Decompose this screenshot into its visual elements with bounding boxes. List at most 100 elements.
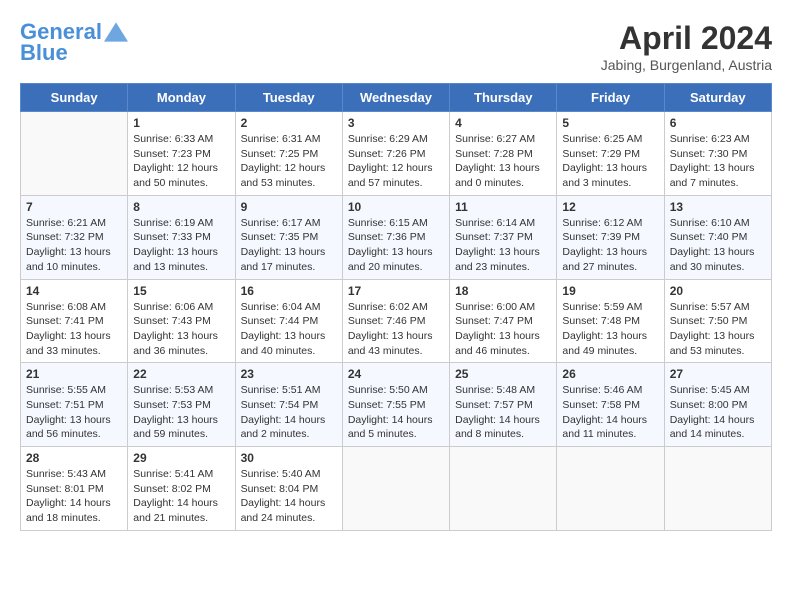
calendar-cell: 11 Sunrise: 6:14 AMSunset: 7:37 PMDayligh…: [450, 195, 557, 279]
day-info: Sunrise: 6:06 AMSunset: 7:43 PMDaylight:…: [133, 300, 229, 359]
title-block: April 2024 Jabing, Burgenland, Austria: [601, 20, 772, 73]
day-number: 9: [241, 200, 337, 214]
day-number: 11: [455, 200, 551, 214]
day-info: Sunrise: 6:19 AMSunset: 7:33 PMDaylight:…: [133, 216, 229, 275]
calendar-cell: 12 Sunrise: 6:12 AMSunset: 7:39 PMDayligh…: [557, 195, 664, 279]
calendar-cell: 25Sunrise: 5:48 AMSunset: 7:57 PMDayligh…: [450, 363, 557, 447]
month-title: April 2024: [601, 20, 772, 57]
day-number: 3: [348, 116, 444, 130]
calendar-cell: 3 Sunrise: 6:29 AMSunset: 7:26 PMDaylight…: [342, 112, 449, 196]
calendar-cell: 29Sunrise: 5:41 AMSunset: 8:02 PMDayligh…: [128, 447, 235, 531]
day-info: Sunrise: 6:04 AMSunset: 7:44 PMDaylight:…: [241, 300, 337, 359]
day-info: Sunrise: 5:40 AMSunset: 8:04 PMDaylight:…: [241, 467, 337, 526]
calendar-cell: 14 Sunrise: 6:08 AMSunset: 7:41 PMDayligh…: [21, 279, 128, 363]
day-of-week-header: Saturday: [664, 84, 771, 112]
calendar-cell: 15Sunrise: 6:06 AMSunset: 7:43 PMDayligh…: [128, 279, 235, 363]
day-number: 5: [562, 116, 658, 130]
calendar-cell: 23Sunrise: 5:51 AMSunset: 7:54 PMDayligh…: [235, 363, 342, 447]
day-of-week-header: Thursday: [450, 84, 557, 112]
day-info: Sunrise: 5:59 AMSunset: 7:48 PMDaylight:…: [562, 300, 658, 359]
day-info: Sunrise: 5:48 AMSunset: 7:57 PMDaylight:…: [455, 383, 551, 442]
day-number: 18: [455, 284, 551, 298]
calendar-cell: 13 Sunrise: 6:10 AMSunset: 7:40 PMDayligh…: [664, 195, 771, 279]
calendar-cell: 16 Sunrise: 6:04 AMSunset: 7:44 PMDayligh…: [235, 279, 342, 363]
day-info: Sunrise: 5:43 AMSunset: 8:01 PMDaylight:…: [26, 467, 122, 526]
day-info: Sunrise: 5:57 AMSunset: 7:50 PMDaylight:…: [670, 300, 766, 359]
day-number: 4: [455, 116, 551, 130]
day-info: Sunrise: 6:27 AMSunset: 7:28 PMDaylight:…: [455, 132, 551, 191]
day-info: Sunrise: 6:02 AMSunset: 7:46 PMDaylight:…: [348, 300, 444, 359]
calendar-cell: 9 Sunrise: 6:17 AMSunset: 7:35 PMDaylight…: [235, 195, 342, 279]
calendar-cell: 1 Sunrise: 6:33 AMSunset: 7:23 PMDaylight…: [128, 112, 235, 196]
calendar-cell: 17 Sunrise: 6:02 AMSunset: 7:46 PMDayligh…: [342, 279, 449, 363]
day-info: Sunrise: 5:45 AMSunset: 8:00 PMDaylight:…: [670, 383, 766, 442]
day-number: 21: [26, 367, 122, 381]
day-of-week-header: Wednesday: [342, 84, 449, 112]
header: General Blue April 2024 Jabing, Burgenla…: [20, 20, 772, 73]
day-number: 13: [670, 200, 766, 214]
day-number: 30: [241, 451, 337, 465]
calendar-week-row: 1 Sunrise: 6:33 AMSunset: 7:23 PMDaylight…: [21, 112, 772, 196]
calendar-cell: 28 Sunrise: 5:43 AMSunset: 8:01 PMDayligh…: [21, 447, 128, 531]
calendar-cell: [21, 112, 128, 196]
calendar-cell: 24Sunrise: 5:50 AMSunset: 7:55 PMDayligh…: [342, 363, 449, 447]
day-number: 28: [26, 451, 122, 465]
day-info: Sunrise: 6:14 AMSunset: 7:37 PMDaylight:…: [455, 216, 551, 275]
day-number: 7: [26, 200, 122, 214]
day-info: Sunrise: 6:25 AMSunset: 7:29 PMDaylight:…: [562, 132, 658, 191]
day-info: Sunrise: 6:33 AMSunset: 7:23 PMDaylight:…: [133, 132, 229, 191]
day-of-week-header: Friday: [557, 84, 664, 112]
day-number: 16: [241, 284, 337, 298]
calendar-week-row: 28 Sunrise: 5:43 AMSunset: 8:01 PMDayligh…: [21, 447, 772, 531]
day-number: 26: [562, 367, 658, 381]
calendar-cell: 20 Sunrise: 5:57 AMSunset: 7:50 PMDayligh…: [664, 279, 771, 363]
calendar-week-row: 7 Sunrise: 6:21 AMSunset: 7:32 PMDaylight…: [21, 195, 772, 279]
calendar-cell: 22 Sunrise: 5:53 AMSunset: 7:53 PMDayligh…: [128, 363, 235, 447]
logo-icon: [104, 22, 128, 42]
day-info: Sunrise: 6:23 AMSunset: 7:30 PMDaylight:…: [670, 132, 766, 191]
day-number: 12: [562, 200, 658, 214]
day-info: Sunrise: 6:10 AMSunset: 7:40 PMDaylight:…: [670, 216, 766, 275]
day-info: Sunrise: 6:21 AMSunset: 7:32 PMDaylight:…: [26, 216, 122, 275]
day-number: 8: [133, 200, 229, 214]
calendar-cell: [450, 447, 557, 531]
day-info: Sunrise: 6:12 AMSunset: 7:39 PMDaylight:…: [562, 216, 658, 275]
day-info: Sunrise: 6:29 AMSunset: 7:26 PMDaylight:…: [348, 132, 444, 191]
calendar-header-row: SundayMondayTuesdayWednesdayThursdayFrid…: [21, 84, 772, 112]
calendar-cell: 18 Sunrise: 6:00 AMSunset: 7:47 PMDayligh…: [450, 279, 557, 363]
day-number: 22: [133, 367, 229, 381]
calendar-cell: [664, 447, 771, 531]
day-info: Sunrise: 6:15 AMSunset: 7:36 PMDaylight:…: [348, 216, 444, 275]
calendar-cell: [557, 447, 664, 531]
calendar-cell: 5 Sunrise: 6:25 AMSunset: 7:29 PMDaylight…: [557, 112, 664, 196]
logo: General Blue: [20, 20, 128, 66]
day-number: 17: [348, 284, 444, 298]
day-info: Sunrise: 5:51 AMSunset: 7:54 PMDaylight:…: [241, 383, 337, 442]
calendar-week-row: 21 Sunrise: 5:55 AMSunset: 7:51 PMDayligh…: [21, 363, 772, 447]
calendar-cell: 8 Sunrise: 6:19 AMSunset: 7:33 PMDaylight…: [128, 195, 235, 279]
day-info: Sunrise: 6:00 AMSunset: 7:47 PMDaylight:…: [455, 300, 551, 359]
day-info: Sunrise: 5:55 AMSunset: 7:51 PMDaylight:…: [26, 383, 122, 442]
day-number: 27: [670, 367, 766, 381]
day-number: 1: [133, 116, 229, 130]
calendar-cell: 4 Sunrise: 6:27 AMSunset: 7:28 PMDaylight…: [450, 112, 557, 196]
day-info: Sunrise: 5:53 AMSunset: 7:53 PMDaylight:…: [133, 383, 229, 442]
day-info: Sunrise: 6:08 AMSunset: 7:41 PMDaylight:…: [26, 300, 122, 359]
day-number: 29: [133, 451, 229, 465]
day-number: 20: [670, 284, 766, 298]
day-number: 19: [562, 284, 658, 298]
calendar-cell: 10 Sunrise: 6:15 AMSunset: 7:36 PMDayligh…: [342, 195, 449, 279]
day-of-week-header: Monday: [128, 84, 235, 112]
day-info: Sunrise: 6:17 AMSunset: 7:35 PMDaylight:…: [241, 216, 337, 275]
calendar-cell: 7 Sunrise: 6:21 AMSunset: 7:32 PMDaylight…: [21, 195, 128, 279]
location-subtitle: Jabing, Burgenland, Austria: [601, 57, 772, 73]
calendar-cell: [342, 447, 449, 531]
calendar-table: SundayMondayTuesdayWednesdayThursdayFrid…: [20, 83, 772, 531]
calendar-cell: 21 Sunrise: 5:55 AMSunset: 7:51 PMDayligh…: [21, 363, 128, 447]
day-number: 14: [26, 284, 122, 298]
day-number: 10: [348, 200, 444, 214]
calendar-cell: 6 Sunrise: 6:23 AMSunset: 7:30 PMDaylight…: [664, 112, 771, 196]
day-of-week-header: Tuesday: [235, 84, 342, 112]
day-number: 6: [670, 116, 766, 130]
calendar-cell: 26Sunrise: 5:46 AMSunset: 7:58 PMDayligh…: [557, 363, 664, 447]
